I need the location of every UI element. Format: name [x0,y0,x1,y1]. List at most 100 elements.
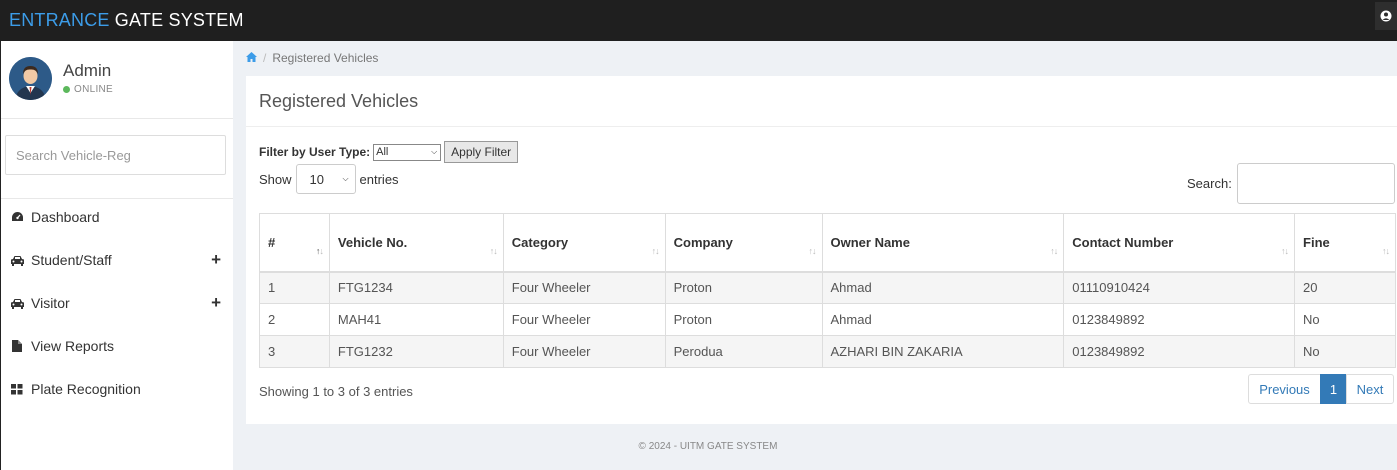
table-cell: Ahmad [821,271,1065,304]
table-search-input[interactable] [1237,163,1395,204]
file-icon [9,340,25,352]
brand-part-2: GATE SYSTEM [109,10,244,30]
home-icon[interactable] [246,51,257,65]
table-cell: Four Wheeler [502,271,666,304]
table-cell: MAH41 [328,303,504,336]
table-info: Showing 1 to 3 of 3 entries [259,384,413,399]
footer: © 2024 - UITM GATE SYSTEM [638,441,778,452]
vehicle-search-input[interactable] [5,135,226,175]
table-cell: 2 [259,303,330,336]
chevron-down-icon: ⌵ [431,147,438,156]
user-menu-button[interactable] [1375,2,1397,30]
user-name: Admin [63,61,112,80]
filter-label: Filter by User Type: [259,145,371,159]
previous-page-button[interactable]: Previous [1248,374,1321,404]
user-profile: Admin ONLINE [1,41,233,119]
breadcrumb-current: Registered Vehicles [272,51,379,65]
sidebar-item-label: Student/Staff [31,252,112,268]
filter-row: Filter by User Type: All ⌵ Apply Filter [259,141,519,163]
dashboard-icon [9,211,25,223]
sort-icon: ↑↓ [489,246,498,256]
column-label: Fine [1303,235,1330,250]
sidebar-item-view-reports[interactable]: View Reports [1,328,233,364]
column-label: # [268,235,276,250]
column-header-fine[interactable]: Fine ↑↓ [1294,213,1396,273]
sidebar-item-dashboard[interactable]: Dashboard [1,199,233,235]
table-row[interactable]: 2 MAH41 Four Wheeler Proton Ahmad 012384… [259,303,1396,336]
page-length-control: Show 10 ⌵ entries [259,164,399,194]
sidebar-search [1,119,233,199]
table-cell: 20 [1294,271,1396,304]
status-text: ONLINE [74,84,114,95]
sidebar-item-label: View Reports [31,338,115,354]
divider [246,126,1397,127]
vehicles-table: # ↑↓ Vehicle No. ↑↓ Category ↑↓ Company ↑↓ O… [259,213,1396,368]
brand-part-1: ENTRANCE [9,10,110,30]
column-label: Contact Number [1072,235,1174,250]
table-cell: No [1294,303,1396,336]
sidebar-item-student-staff[interactable]: Student/Staff + [1,242,233,278]
breadcrumb-separator: / [263,51,267,65]
vehicles-panel: Registered Vehicles Filter by User Type:… [246,76,1397,424]
table-cell: 0123849892 [1063,335,1296,368]
car-icon [9,298,25,309]
sidebar-item-visitor[interactable]: Visitor + [1,285,233,321]
table-cell: FTG1232 [328,335,504,368]
table-cell: 01110910424 [1063,271,1296,304]
top-navbar: ENTRANCE GATE SYSTEM [0,0,1397,41]
column-header-contact-number[interactable]: Contact Number ↑↓ [1063,213,1296,273]
user-icon [1380,10,1392,22]
table-row[interactable]: 1 FTG1234 Four Wheeler Proton Ahmad 0111… [259,271,1396,304]
column-header-vehicle-no[interactable]: Vehicle No. ↑↓ [328,213,504,273]
show-label: Show [259,171,292,187]
table-cell: 3 [259,335,330,368]
table-search-label: Search: [1187,176,1232,191]
column-label: Company [673,235,733,250]
page-title: Registered Vehicles [259,91,419,111]
entries-label: entries [359,171,399,187]
page-length-value: 10 [309,171,324,187]
breadcrumb: / Registered Vehicles [246,51,378,65]
column-header-company[interactable]: Company ↑↓ [664,213,823,273]
table-cell: 0123849892 [1063,303,1296,336]
expand-plus-icon[interactable]: + [211,250,221,270]
avatar [9,57,52,100]
page-length-select[interactable]: 10 ⌵ [295,164,356,194]
app-brand[interactable]: ENTRANCE GATE SYSTEM [0,10,244,31]
sidebar-item-label: Visitor [31,295,70,311]
table-cell: Proton [664,303,823,336]
table-cell: Proton [664,271,823,304]
sidebar-item-label: Plate Recognition [31,381,141,397]
sort-icon: ↑↓ [1050,246,1058,256]
column-header-owner-name[interactable]: Owner Name ↑↓ [821,213,1065,273]
sort-icon: ↑↓ [1382,246,1390,256]
user-type-value: All [376,146,389,158]
next-page-button[interactable]: Next [1346,374,1394,404]
column-label: Category [511,235,569,250]
column-header-number[interactable]: # ↑↓ [259,213,330,273]
table-cell: Four Wheeler [502,303,666,336]
column-label: Vehicle No. [337,235,408,250]
expand-plus-icon[interactable]: + [211,293,221,313]
car-icon [9,255,25,266]
table-header-row: # ↑↓ Vehicle No. ↑↓ Category ↑↓ Company ↑↓ O… [259,213,1396,273]
online-status: ONLINE [63,84,113,95]
page-1-button[interactable]: 1 [1320,374,1347,404]
apply-filter-button[interactable]: Apply Filter [444,141,519,163]
user-type-select[interactable]: All ⌵ [373,143,442,161]
table-cell: FTG1234 [328,271,504,304]
table-cell: Perodua [664,335,823,368]
column-header-category[interactable]: Category ↑↓ [502,213,666,273]
sidebar-item-plate-recognition[interactable]: Plate Recognition [1,371,233,407]
column-label: Owner Name [830,235,910,250]
sort-icon: ↑↓ [1281,246,1289,256]
table-cell: Four Wheeler [502,335,666,368]
table-cell: Ahmad [821,303,1065,336]
table-row[interactable]: 3 FTG1232 Four Wheeler Perodua AZHARI BI… [259,335,1396,368]
sidebar-item-label: Dashboard [31,209,100,225]
pagination: Previous 1 Next [1248,374,1394,404]
sidebar: Admin ONLINE Dashboard Student/Staff + V… [0,41,233,470]
sort-icon: ↑↓ [315,246,324,256]
table-cell: 1 [259,271,330,304]
status-dot-icon [63,86,70,93]
